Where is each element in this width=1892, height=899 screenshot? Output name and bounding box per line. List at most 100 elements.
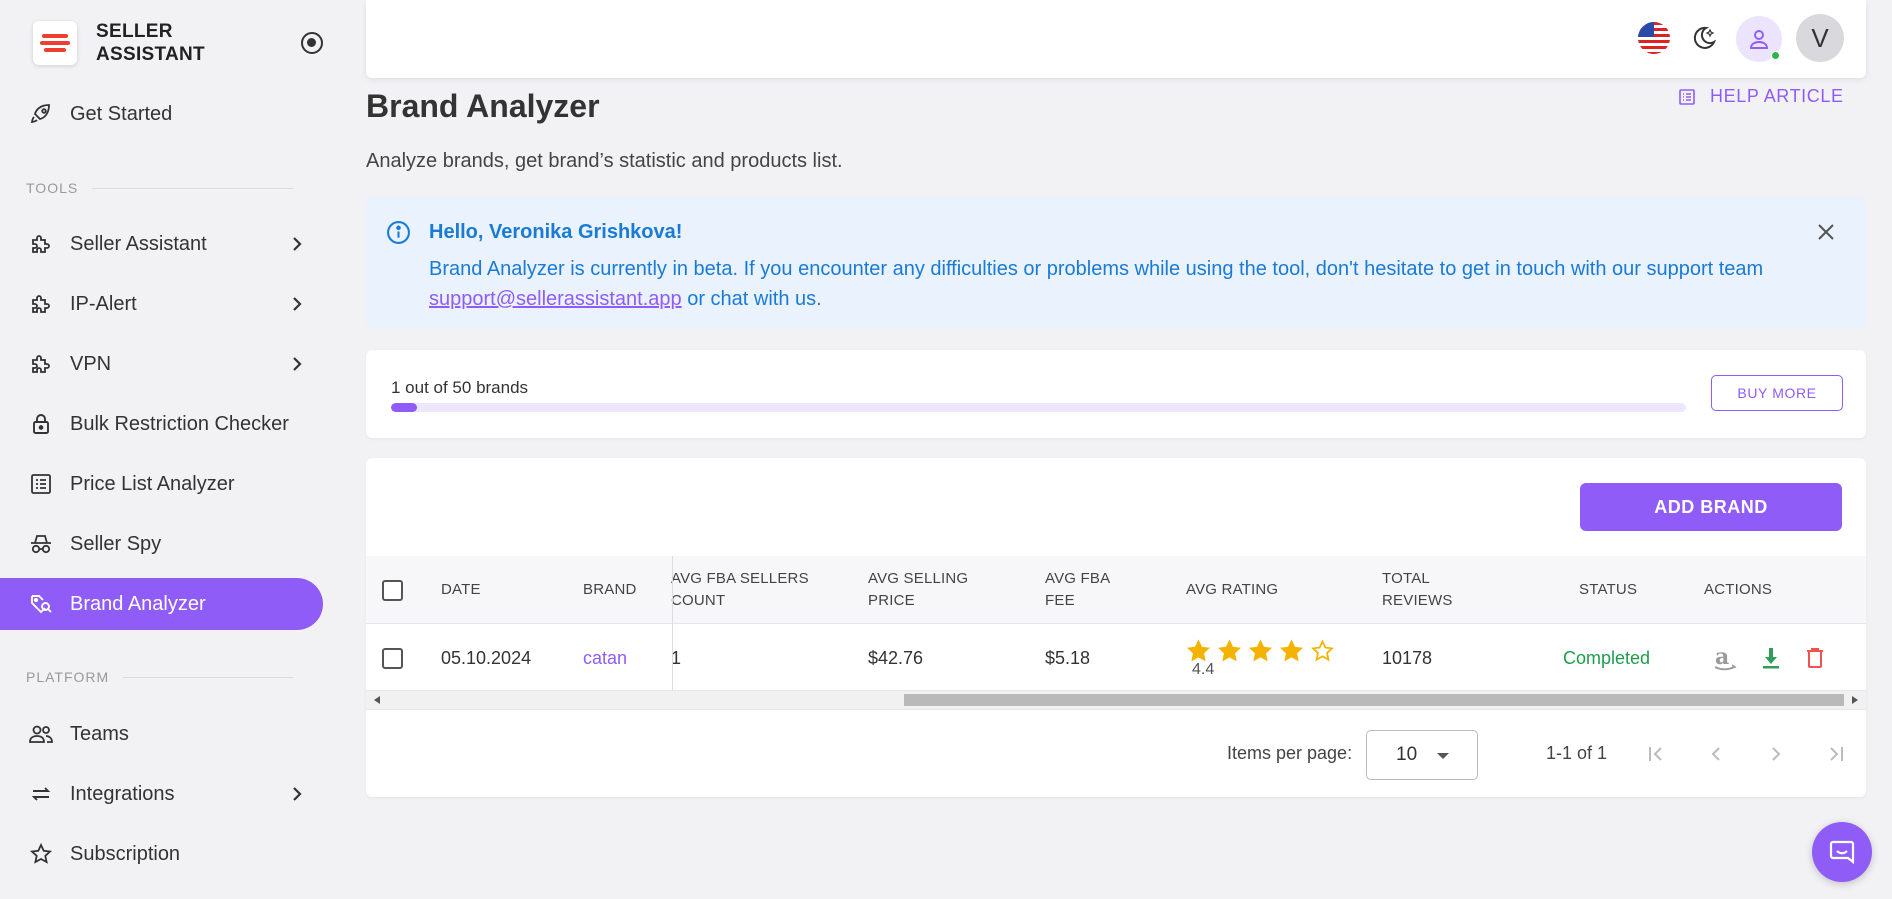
- alert-body: Brand Analyzer is currently in beta. If …: [429, 258, 1764, 310]
- star-filled-icon: [1248, 639, 1273, 662]
- support-email-link[interactable]: support@sellerassistant.app: [429, 288, 682, 310]
- sidebar-item-label: Bulk Restriction Checker: [70, 412, 289, 435]
- scroll-right-arrow-icon[interactable]: [1852, 696, 1858, 704]
- cell-rating: 4.4: [1186, 625, 1366, 691]
- sidebar-item-label: IP-Alert: [70, 292, 137, 315]
- puzzle-icon: [28, 291, 54, 317]
- column-header-fba-fee[interactable]: AVG FBA FEE: [1045, 568, 1110, 612]
- sidebar: SELLER ASSISTANT Get Started TOOLS Selle…: [0, 0, 340, 899]
- chevron-right-icon: [293, 357, 302, 371]
- star-outline-icon: [1310, 639, 1335, 662]
- pagination: Items per page: 10 1-1 of 1: [366, 709, 1866, 797]
- sidebar-item-teams[interactable]: Teams: [0, 708, 323, 760]
- sidebar-item-brand-analyzer[interactable]: Brand Analyzer: [0, 578, 323, 630]
- sidebar-item-bulk-restriction-checker[interactable]: Bulk Restriction Checker: [0, 398, 323, 450]
- column-header-brand[interactable]: BRAND: [583, 579, 637, 601]
- cell-brand-link[interactable]: catan: [583, 625, 627, 691]
- logo[interactable]: SELLER ASSISTANT: [33, 18, 323, 68]
- items-per-page-select[interactable]: 10: [1366, 730, 1478, 780]
- caret-down-icon: [1437, 753, 1449, 759]
- cell-reviews: 10178: [1382, 647, 1433, 668]
- sidebar-item-ip-alert[interactable]: IP-Alert: [0, 278, 323, 330]
- pin-sidebar-icon[interactable]: [301, 32, 323, 54]
- cell-fba-fee: $5.18: [1045, 647, 1091, 668]
- sidebar-item-integrations[interactable]: Integrations: [0, 768, 323, 820]
- chevron-right-icon: [293, 297, 302, 311]
- table-header: DATE BRAND AVG FBA SELLERS COUNT AVG SELL…: [366, 556, 1866, 624]
- beta-alert: Hello, Veronika Grishkova! Brand Analyze…: [366, 196, 1866, 329]
- status-badge: Completed: [1563, 647, 1651, 668]
- column-header-reviews[interactable]: TOTAL REVIEWS: [1382, 568, 1453, 612]
- column-header-rating[interactable]: AVG RATING: [1186, 579, 1278, 601]
- amazon-icon[interactable]: a: [1712, 644, 1738, 672]
- sidebar-item-label: Subscription: [70, 842, 181, 865]
- sidebar-item-label: Get Started: [70, 102, 173, 125]
- help-article-link[interactable]: HELP ARTICLE: [1678, 86, 1844, 107]
- row-checkbox[interactable]: [382, 625, 403, 691]
- online-status-dot: [1771, 51, 1780, 60]
- sidebar-item-label: Teams: [70, 722, 129, 745]
- star-filled-icon: [1279, 639, 1304, 662]
- article-icon: [1679, 88, 1695, 105]
- chevron-right-icon: [293, 787, 302, 801]
- previous-page-button[interactable]: [1700, 738, 1732, 770]
- alert-title: Hello, Veronika Grishkova!: [429, 221, 683, 243]
- delete-icon[interactable]: [1804, 646, 1826, 670]
- quota-progress-fill: [391, 403, 417, 412]
- logo-text: SELLER ASSISTANT: [96, 21, 205, 65]
- sidebar-item-seller-assistant[interactable]: Seller Assistant: [0, 218, 323, 270]
- add-brand-button[interactable]: ADD BRAND: [1580, 483, 1842, 531]
- avatar[interactable]: V: [1796, 14, 1844, 62]
- list-icon: [28, 471, 54, 497]
- column-header-status[interactable]: STATUS: [1579, 579, 1637, 601]
- sidebar-item-subscription[interactable]: Subscription: [0, 828, 323, 880]
- scrollbar-thumb[interactable]: [904, 694, 1844, 706]
- platform-section-label: PLATFORM: [26, 669, 294, 685]
- svg-text:a: a: [1715, 644, 1729, 670]
- horizontal-scrollbar[interactable]: [366, 691, 1866, 709]
- next-page-button[interactable]: [1760, 738, 1792, 770]
- chevron-left-icon: [1711, 747, 1720, 761]
- first-page-button[interactable]: [1640, 738, 1672, 770]
- last-page-icon: [1830, 747, 1843, 761]
- quota-label: 1 out of 50 brands: [391, 378, 529, 397]
- sidebar-item-price-list-analyzer[interactable]: Price List Analyzer: [0, 458, 323, 510]
- sidebar-item-vpn[interactable]: VPN: [0, 338, 323, 390]
- chevron-right-icon: [293, 237, 302, 251]
- spy-icon: [28, 531, 54, 557]
- cell-date: 05.10.2024: [441, 647, 532, 668]
- last-page-button[interactable]: [1820, 738, 1852, 770]
- user-profile-button[interactable]: [1736, 16, 1782, 62]
- info-icon: [387, 221, 410, 244]
- download-icon[interactable]: [1760, 646, 1782, 670]
- sidebar-item-seller-spy[interactable]: Seller Spy: [0, 518, 323, 570]
- select-all-checkbox[interactable]: [382, 580, 403, 601]
- moon-icon[interactable]: [1690, 24, 1718, 52]
- top-bar: V: [366, 0, 1866, 78]
- column-header-selling-price[interactable]: AVG SELLING PRICE: [868, 568, 968, 612]
- puzzle-icon: [28, 351, 54, 377]
- column-header-date[interactable]: DATE: [441, 579, 481, 601]
- brand-quota-card: 1 out of 50 brands BUY MORE: [366, 350, 1866, 438]
- puzzle-icon: [28, 231, 54, 257]
- column-header-sellers-count[interactable]: AVG FBA SELLERS COUNT: [671, 568, 809, 612]
- sidebar-item-get-started[interactable]: Get Started: [0, 88, 323, 140]
- chat-button[interactable]: [1812, 822, 1872, 882]
- page-range: 1-1 of 1: [1546, 743, 1608, 763]
- page-title: Brand Analyzer: [366, 88, 600, 124]
- close-icon[interactable]: [1816, 222, 1836, 242]
- chevron-right-icon: [1772, 747, 1781, 761]
- items-per-page-label: Items per page:: [1227, 743, 1353, 763]
- buy-more-button[interactable]: BUY MORE: [1711, 375, 1843, 411]
- logo-icon: [33, 21, 77, 65]
- us-flag-icon[interactable]: [1638, 22, 1670, 54]
- sidebar-item-label: Brand Analyzer: [70, 592, 206, 615]
- sidebar-item-label: Seller Assistant: [70, 232, 207, 255]
- scroll-left-arrow-icon[interactable]: [374, 696, 380, 704]
- table-row: 05.10.2024 catan 1 $42.76 $5.18 4.4 1017…: [366, 625, 1866, 691]
- cell-actions: a: [1712, 625, 1826, 691]
- rating-stars: [1186, 639, 1335, 663]
- first-page-icon: [1649, 747, 1662, 761]
- tag-search-icon: [28, 591, 54, 617]
- sidebar-item-label: VPN: [70, 352, 112, 375]
